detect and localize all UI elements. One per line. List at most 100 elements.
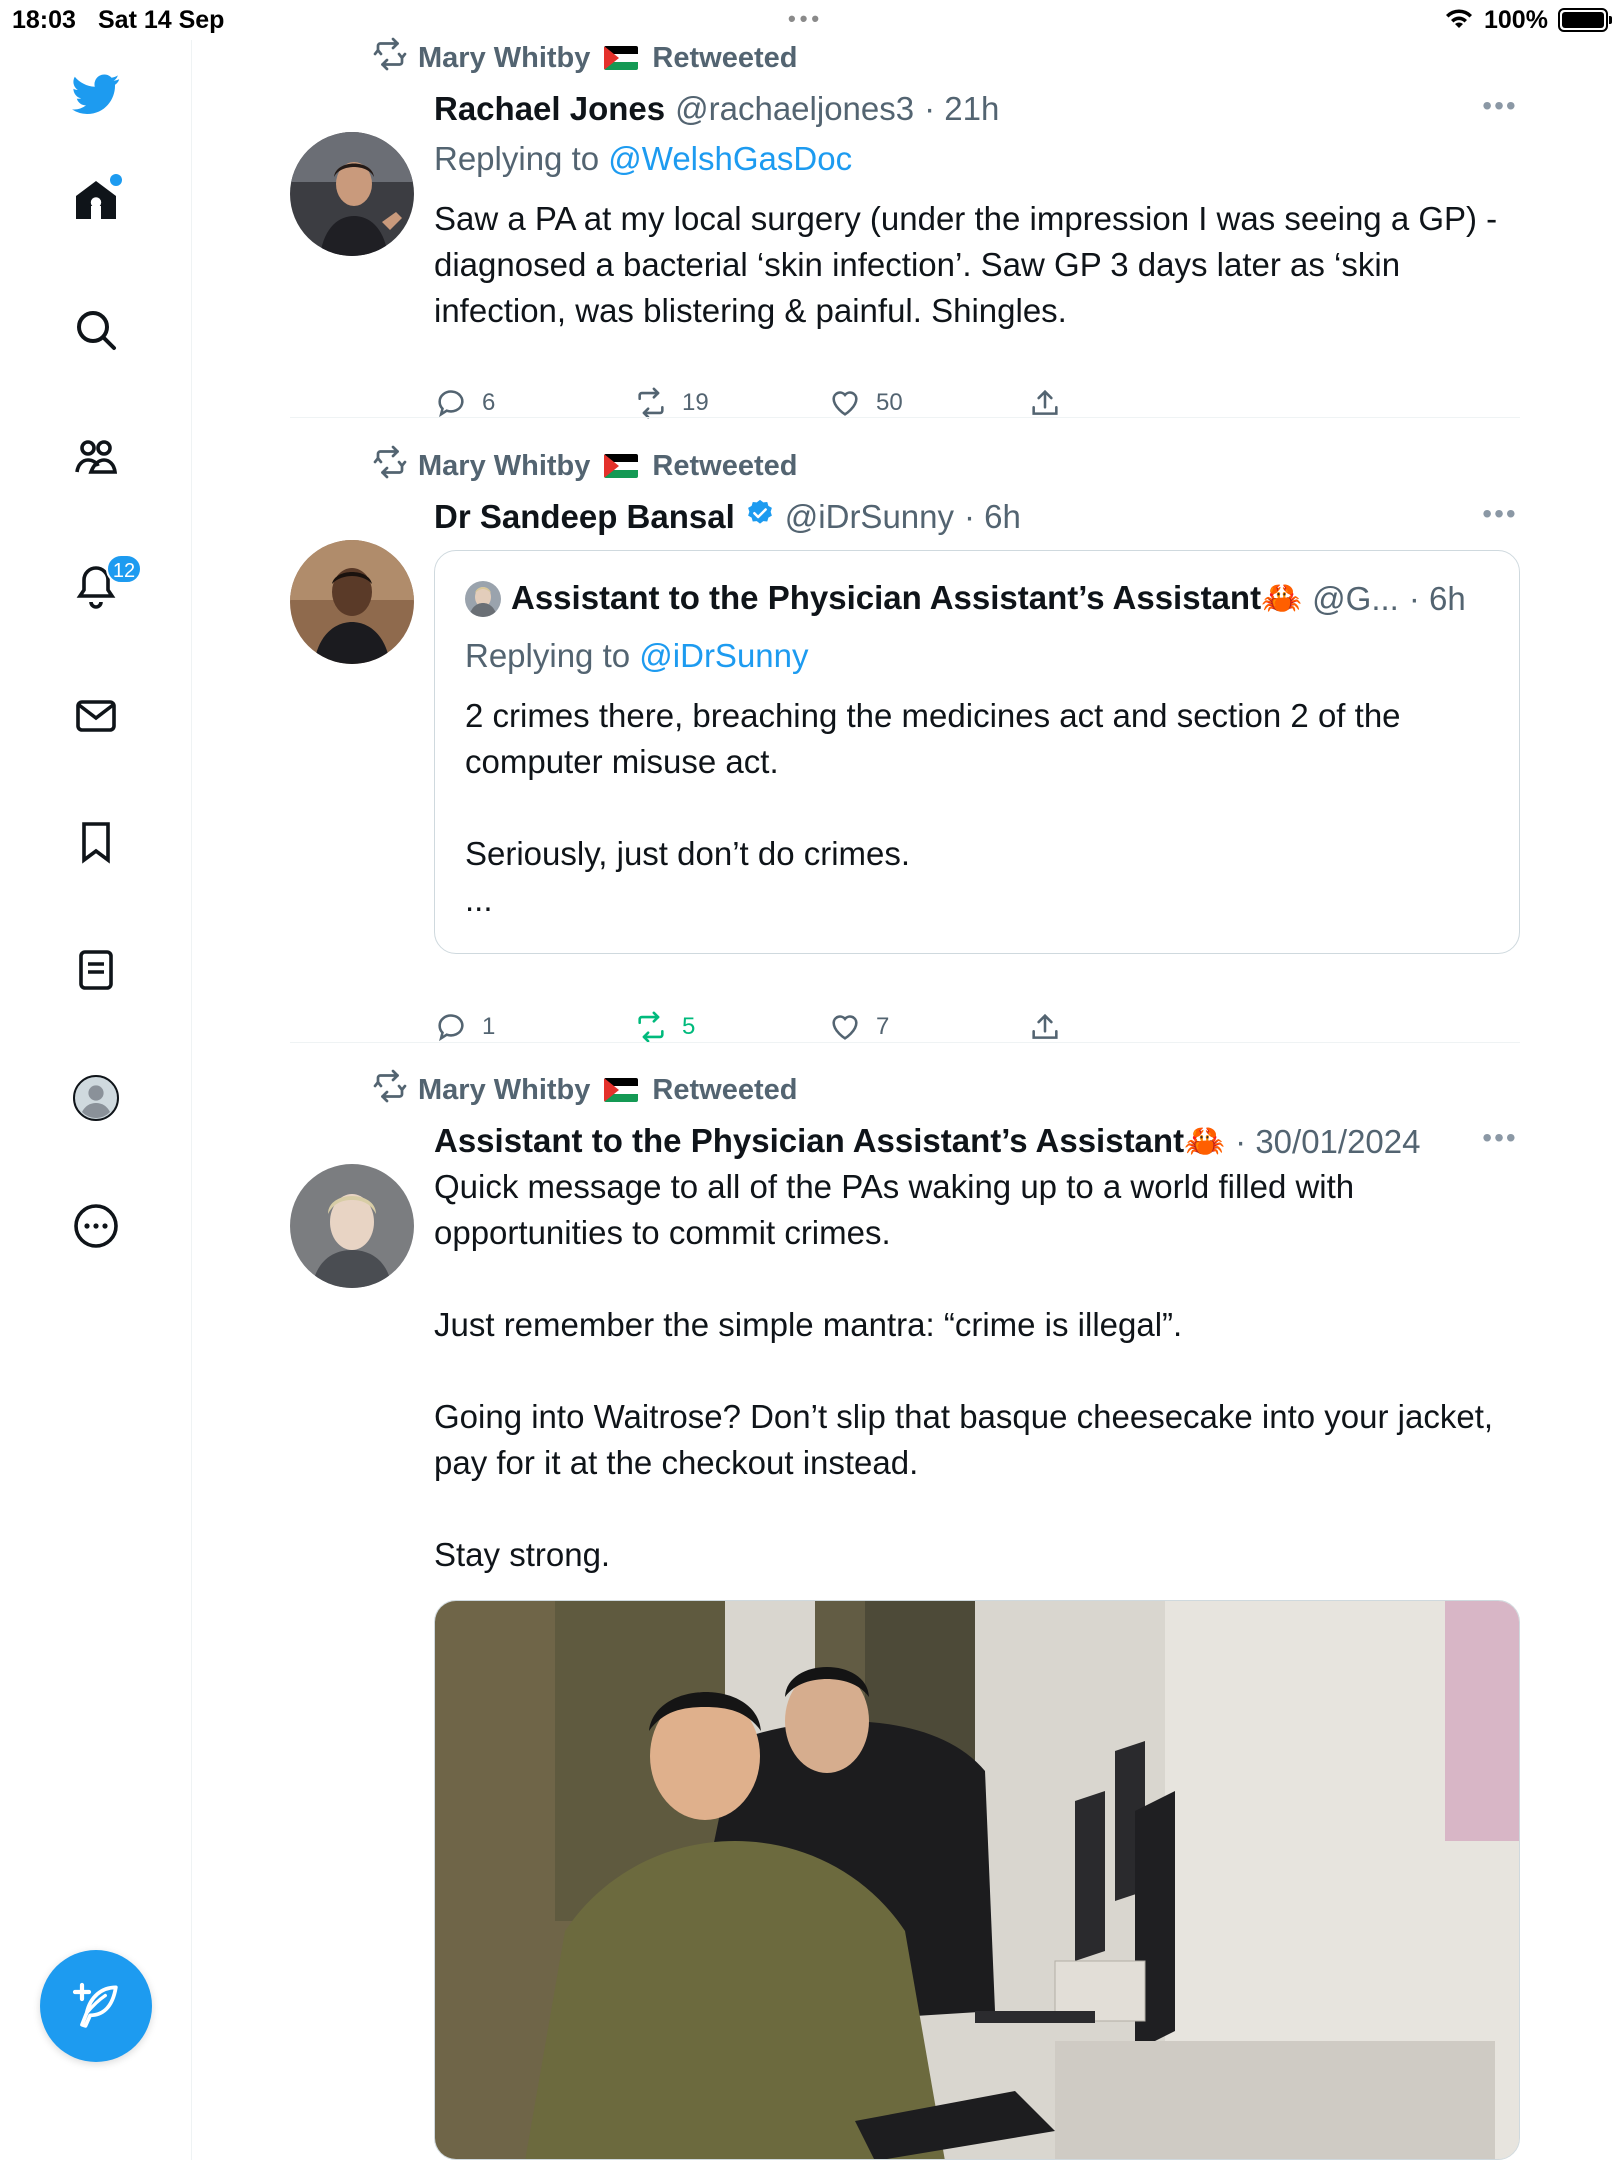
notification-count-badge: 12 — [106, 554, 142, 584]
reply-count: 1 — [482, 1013, 496, 1040]
twitter-bird-icon[interactable] — [66, 64, 126, 124]
retweet-count: 19 — [682, 389, 709, 416]
reply-icon — [438, 390, 464, 418]
retweeter-name[interactable]: Mary Whitby — [418, 1074, 590, 1107]
replying-to-label: Replying to — [434, 140, 600, 177]
quoted-tweet[interactable]: Assistant to the Physician Assistant’s A… — [434, 550, 1520, 954]
share-icon — [1032, 389, 1058, 415]
tweet-actions: 1 5 7 — [434, 1010, 1134, 1050]
tweet-header: Dr Sandeep Bansal @iDrSunny · 6h — [434, 498, 1021, 536]
communities-icon[interactable] — [66, 428, 126, 488]
compose-tweet-button[interactable] — [40, 1950, 152, 2062]
quote-time: · 6h — [1408, 579, 1466, 617]
like-count: 7 — [876, 1013, 890, 1040]
wifi-icon — [1444, 6, 1474, 39]
profile-icon[interactable] — [66, 1068, 126, 1128]
sidebar: 12 — [0, 40, 192, 2160]
divider — [290, 417, 1520, 418]
author-handle[interactable]: @iDrSunny — [785, 498, 954, 536]
like-button[interactable]: 50 — [828, 386, 903, 420]
retweeted-label: Retweeted — [652, 41, 798, 74]
avatar[interactable] — [290, 132, 414, 256]
author-name[interactable]: Assistant to the Physician Assistant’s A… — [434, 1122, 1225, 1161]
tweet-time[interactable]: · 6h — [964, 498, 1021, 536]
quote-author-name[interactable]: Assistant to the Physician Assistant’s A… — [511, 579, 1302, 618]
flag-emoji — [604, 454, 639, 478]
tweet-header: Rachael Jones @rachaeljones3 · 21h — [434, 90, 999, 128]
retweeter-name[interactable]: Mary Whitby — [418, 450, 590, 483]
retweeter-name[interactable]: Mary Whitby — [418, 42, 590, 75]
quote-replying-to-handle[interactable]: @iDrSunny — [639, 637, 808, 674]
tweet[interactable]: Rachael Jones @rachaeljones3 · 21h ••• R… — [290, 90, 1520, 430]
share-button[interactable] — [1028, 386, 1062, 420]
multitasking-handle[interactable]: ••• — [788, 6, 823, 32]
battery-percent: 100% — [1484, 6, 1548, 34]
tweet-time[interactable]: · 30/01/2024 — [1235, 1123, 1420, 1161]
reply-button[interactable]: 1 — [434, 1010, 495, 1044]
retweet-icon — [372, 444, 408, 488]
retweet-icon — [372, 36, 408, 80]
more-options-icon[interactable]: ••• — [1480, 498, 1520, 529]
author-name[interactable]: Dr Sandeep Bansal — [434, 498, 735, 536]
flag-emoji — [604, 46, 639, 70]
retweet-context: Mary Whitby Retweeted — [372, 37, 798, 76]
compose-feather-icon — [72, 1982, 118, 2028]
retweet-icon — [638, 387, 664, 419]
avatar[interactable] — [290, 540, 414, 664]
bookmarks-icon[interactable] — [66, 812, 126, 872]
reply-button[interactable]: 6 — [434, 386, 495, 420]
avatar[interactable] — [290, 1164, 414, 1288]
retweet-button[interactable]: 5 — [634, 1010, 695, 1044]
tweet-text: Saw a PA at my local surgery (under the … — [434, 200, 1507, 329]
reply-icon — [438, 1014, 464, 1042]
replying-to-handle[interactable]: @WelshGasDoc — [608, 140, 852, 177]
divider — [290, 1042, 1520, 1043]
quote-replying-to: Replying to @iDrSunny — [465, 637, 809, 675]
retweeted-label: Retweeted — [652, 449, 798, 482]
retweet-context: Mary Whitby Retweeted — [372, 1069, 798, 1108]
retweet-icon — [372, 1068, 408, 1112]
more-options-icon[interactable]: ••• — [1480, 1122, 1520, 1153]
tweet-header: Assistant to the Physician Assistant’s A… — [434, 1122, 1420, 1161]
tweet[interactable]: Assistant to the Physician Assistant’s A… — [290, 1122, 1520, 2160]
retweet-button[interactable]: 19 — [634, 386, 709, 420]
photo-illustration — [435, 1601, 1519, 2159]
quote-header: Assistant to the Physician Assistant’s A… — [465, 579, 1466, 618]
more-icon[interactable] — [66, 1196, 126, 1256]
battery-icon — [1558, 8, 1612, 32]
quote-text: 2 crimes there, breaching the medicines … — [465, 697, 1401, 918]
messages-icon[interactable] — [66, 686, 126, 746]
status-date: Sat 14 Sep — [98, 6, 225, 34]
home-notification-dot — [110, 174, 122, 186]
more-options-icon[interactable]: ••• — [1480, 90, 1520, 121]
flag-emoji — [604, 1078, 639, 1102]
tweet-actions: 6 19 50 — [434, 386, 1134, 426]
quote-author-handle[interactable]: @G... — [1312, 580, 1399, 618]
search-icon[interactable] — [66, 300, 126, 360]
tweet-text: Quick message to all of the PAs waking u… — [434, 1168, 1494, 1573]
notifications-icon[interactable]: 12 — [66, 554, 142, 616]
heart-icon — [832, 391, 858, 416]
like-count: 50 — [876, 389, 903, 416]
quote-avatar — [465, 580, 501, 617]
heart-icon — [832, 1015, 858, 1040]
home-icon[interactable] — [66, 170, 126, 230]
retweet-context: Mary Whitby Retweeted — [372, 445, 798, 484]
tweet[interactable]: Dr Sandeep Bansal @iDrSunny · 6h ••• Ass… — [290, 498, 1520, 1058]
quote-replying-to-label: Replying to — [465, 637, 631, 674]
status-time: 18:03 — [12, 6, 76, 34]
retweeted-label: Retweeted — [652, 1073, 798, 1106]
lists-icon[interactable] — [66, 940, 126, 1000]
tweet-image[interactable] — [434, 1600, 1520, 2160]
retweet-icon — [638, 1011, 664, 1043]
reply-count: 6 — [482, 389, 496, 416]
author-name[interactable]: Rachael Jones — [434, 90, 665, 128]
tweet-time[interactable]: · 21h — [924, 90, 999, 128]
author-handle[interactable]: @rachaeljones3 — [675, 90, 914, 128]
verified-badge-icon — [745, 498, 775, 536]
share-icon — [1032, 1013, 1058, 1039]
status-bar: 18:03 Sat 14 Sep ••• 100% — [0, 0, 1620, 40]
like-button[interactable]: 7 — [828, 1010, 889, 1044]
share-button[interactable] — [1028, 1010, 1062, 1044]
retweet-count: 5 — [682, 1013, 696, 1040]
